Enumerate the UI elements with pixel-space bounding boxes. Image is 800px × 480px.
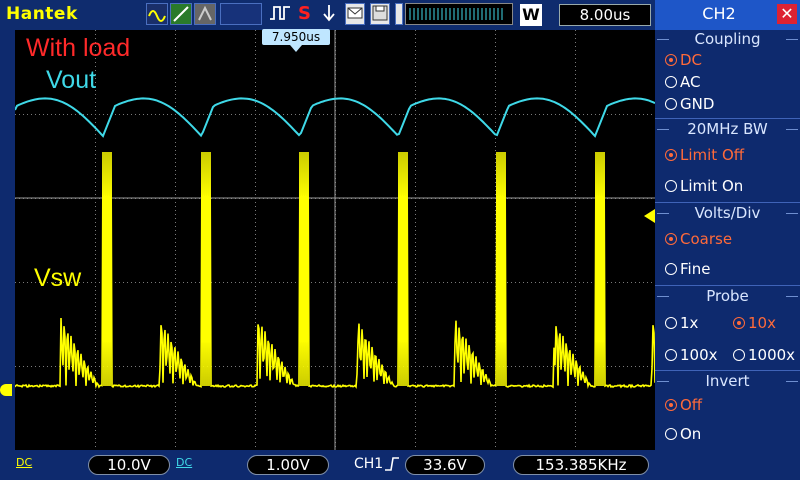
ch1-scale-display[interactable]: 10.0V: [88, 455, 170, 475]
save-icon[interactable]: [370, 3, 390, 25]
top-toolbar: Hantek S W 8.00us: [0, 0, 655, 30]
probe-option-100x[interactable]: 100x: [665, 346, 718, 364]
volts-div-option-coarse[interactable]: Coarse: [665, 230, 732, 248]
panel-title: CH2: [655, 4, 783, 23]
bandwidth-option-limit-off[interactable]: Limit Off: [665, 146, 744, 164]
blank-slot: [220, 3, 262, 25]
waveform-ch1-icon[interactable]: [146, 3, 168, 25]
divider: [655, 285, 800, 286]
bandwidth-option-limit-on[interactable]: Limit On: [665, 177, 743, 195]
trigger-source-label: CH1: [354, 456, 383, 472]
close-icon[interactable]: ✕: [777, 4, 797, 24]
bandwidth-section-label: 20MHz BW: [655, 120, 800, 138]
probe-option-1000x[interactable]: 1000x: [733, 346, 795, 364]
frequency-display: 153.385KHz: [513, 455, 649, 475]
channel-settings-panel: CH2 ✕ Coupling DC AC GND 20MHz BW Limit …: [655, 0, 800, 480]
coupling-option-ac[interactable]: AC: [665, 73, 700, 91]
coupling-section-label: Coupling: [655, 30, 800, 48]
ch2-ground-marker[interactable]: [0, 384, 12, 396]
trigger-position-marker[interactable]: [290, 45, 302, 52]
run-state-indicator[interactable]: S: [298, 3, 311, 24]
trigger-level-marker[interactable]: [644, 209, 655, 223]
divider: [655, 202, 800, 203]
coupling-option-gnd[interactable]: GND: [665, 95, 714, 113]
coupling-option-dc[interactable]: DC: [665, 51, 702, 69]
scope-screen: [15, 30, 655, 450]
pulse-trigger-icon[interactable]: [268, 3, 294, 25]
panel-header: CH2 ✕: [655, 0, 800, 30]
volts-div-option-fine[interactable]: Fine: [665, 260, 710, 278]
ch2-scale-display[interactable]: 1.00V: [247, 455, 329, 475]
trigger-arrow-icon: [320, 3, 338, 25]
divider: [655, 370, 800, 371]
probe-option-1x[interactable]: 1x: [665, 314, 698, 332]
memory-icon: [395, 3, 403, 25]
annotation-title: With load: [26, 34, 130, 63]
window-mode-icon[interactable]: W: [520, 4, 542, 26]
mail-icon[interactable]: [345, 3, 365, 25]
brand-logo: Hantek: [6, 4, 78, 24]
waveform-position-bar[interactable]: [405, 3, 513, 25]
invert-option-on[interactable]: On: [665, 425, 701, 443]
probe-section-label: Probe: [655, 287, 800, 305]
divider: [655, 118, 800, 119]
trigger-level-display[interactable]: 33.6V: [405, 455, 485, 475]
rising-edge-icon: [384, 454, 400, 478]
probe-option-10x[interactable]: 10x: [733, 314, 776, 332]
persistence-icon[interactable]: [194, 3, 216, 25]
invert-section-label: Invert: [655, 372, 800, 390]
bottom-status-bar: DC 10.0V DC 1.00V CH1 33.6V 153.385KHz: [0, 450, 655, 480]
ch2-coupling-indicator: DC: [176, 456, 192, 469]
invert-option-off[interactable]: Off: [665, 396, 702, 414]
ch1-coupling-indicator: DC: [16, 456, 32, 469]
trigger-position-label: 7.950us: [262, 29, 330, 45]
annotation-vout: Vout: [46, 66, 96, 95]
ramp-icon[interactable]: [170, 3, 192, 25]
timebase-display[interactable]: 8.00us: [559, 4, 651, 26]
waveform-display: [15, 30, 655, 450]
volts-div-section-label: Volts/Div: [655, 204, 800, 222]
annotation-vsw: Vsw: [34, 264, 81, 293]
